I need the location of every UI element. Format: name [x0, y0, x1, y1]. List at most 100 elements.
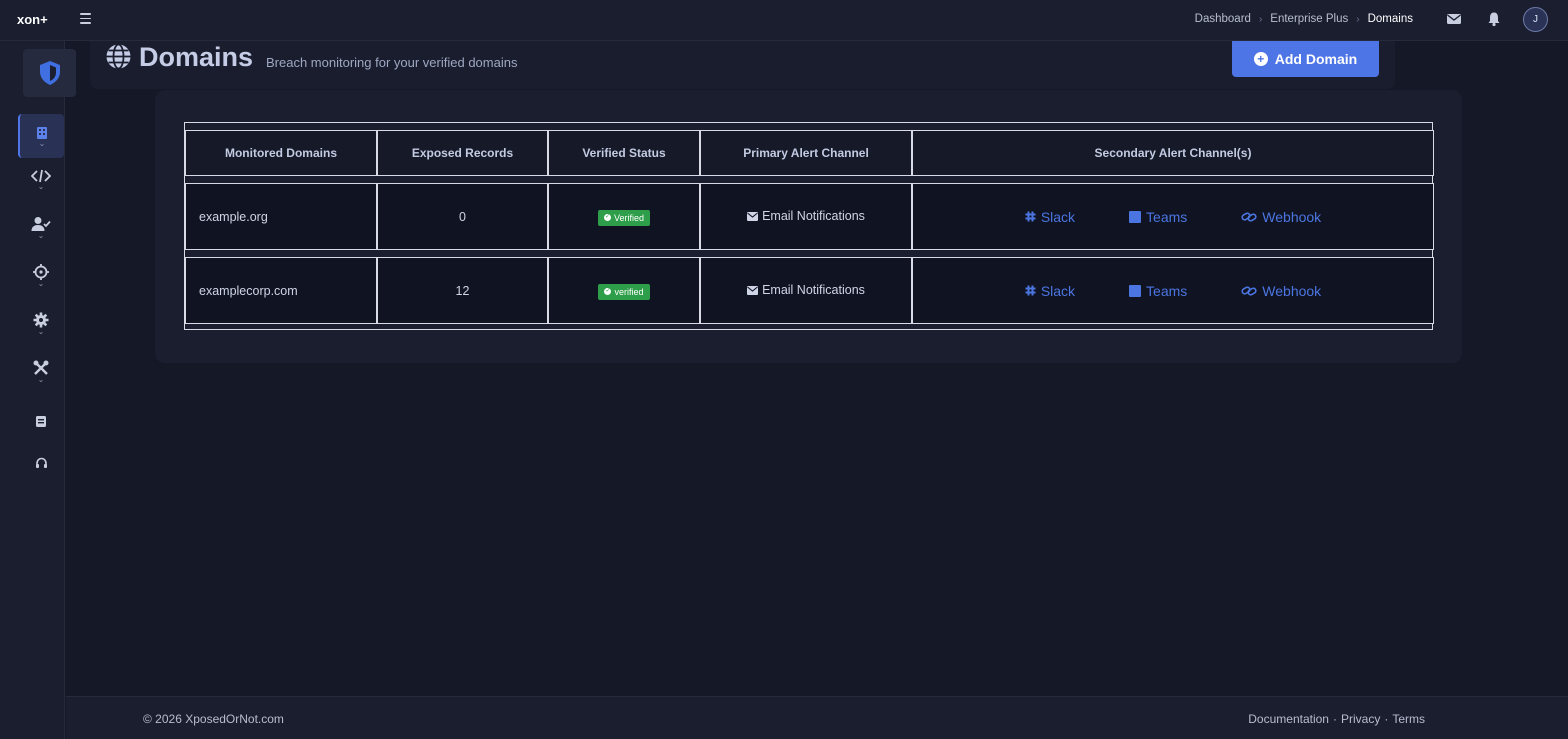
link-icon — [1241, 285, 1257, 296]
shield-logo[interactable] — [23, 49, 76, 97]
tools-icon — [33, 360, 49, 375]
footer-links: Documentation · Privacy · Terms — [1248, 712, 1425, 726]
book-icon — [36, 415, 46, 427]
column-header-exposed[interactable]: Exposed Records — [377, 130, 548, 176]
slack-channel-link[interactable]: Slack — [1025, 209, 1075, 225]
status-cell: ✓ Verified — [548, 183, 700, 250]
chevron-down-icon: ⌄ — [37, 326, 45, 336]
sidebar-item-users[interactable]: ⌄ — [18, 205, 64, 249]
column-header-primary[interactable]: Primary Alert Channel — [700, 130, 912, 176]
sidebar-item-monitoring[interactable]: ⌄ — [18, 253, 64, 297]
sidebar-item-docs[interactable] — [18, 399, 64, 443]
slack-label: Slack — [1040, 208, 1076, 225]
footer-link-documentation[interactable]: Documentation — [1248, 712, 1329, 726]
domain-cell: example.org — [185, 183, 377, 250]
top-bar: xon+ Dashboard › Enterprise Plus › Domai… — [0, 0, 1568, 41]
webhook-channel-link[interactable]: Webhook — [1241, 209, 1321, 225]
slack-icon — [1025, 211, 1036, 222]
exposed-records-cell: 12 — [377, 257, 548, 324]
shield-icon — [39, 61, 60, 85]
chevron-down-icon: ⌄ — [37, 278, 45, 288]
slack-channel-link[interactable]: Slack — [1025, 283, 1075, 299]
envelope-icon — [747, 285, 759, 295]
footer: © 2026 XposedOrNot.com Documentation · P… — [66, 696, 1568, 739]
teams-icon — [1129, 284, 1142, 297]
sidebar-item-domains[interactable]: ⌄ — [18, 114, 64, 158]
verified-label: verified — [614, 286, 644, 297]
domains-table: Monitored Domains Exposed Records Verifi… — [185, 123, 1434, 331]
primary-channel-label: Email Notifications — [762, 209, 865, 224]
menu-toggle-icon[interactable] — [80, 13, 91, 25]
page-subtitle: Breach monitoring for your verified doma… — [266, 55, 518, 70]
chevron-right-icon: › — [1356, 13, 1360, 25]
check-circle-icon: ✓ — [604, 288, 612, 296]
slack-label: Slack — [1040, 282, 1076, 299]
crosshair-icon — [33, 263, 49, 280]
link-icon — [1241, 211, 1257, 222]
copyright-text: © 2026 — [143, 712, 186, 726]
teams-label: Teams — [1146, 208, 1188, 225]
primary-channel-label: Email Notifications — [762, 283, 865, 298]
copyright-link[interactable]: XposedOrNot.com — [185, 712, 284, 726]
envelope-icon — [747, 211, 759, 221]
webhook-channel-link[interactable]: Webhook — [1241, 283, 1321, 299]
globe-icon — [106, 43, 131, 70]
secondary-channels-cell: Slack Teams Webhook — [912, 183, 1434, 250]
bell-icon[interactable] — [1486, 11, 1502, 27]
add-domain-label: Add Domain — [1274, 51, 1358, 67]
user-avatar[interactable]: J — [1523, 7, 1548, 32]
building-icon — [37, 126, 47, 139]
verified-badge: ✓ verified — [598, 283, 650, 300]
check-circle-icon: ✓ — [603, 214, 611, 222]
primary-channel-cell: Email Notifications — [700, 257, 912, 324]
footer-link-terms[interactable]: Terms — [1392, 712, 1425, 726]
primary-channel-cell: Email Notifications — [700, 183, 912, 250]
brand-logo[interactable]: xon+ — [17, 12, 48, 27]
plus-circle-icon: + — [1253, 52, 1268, 66]
exposed-records-cell: 0 — [377, 183, 548, 250]
domains-table-frame: Monitored Domains Exposed Records Verifi… — [184, 122, 1434, 331]
sidebar-item-support[interactable] — [18, 441, 64, 485]
code-icon — [31, 169, 51, 182]
breadcrumb: Dashboard › Enterprise Plus › Domains — [1195, 13, 1413, 25]
table-row: example.org 0 ✓ Verified Email Notificat — [185, 183, 1434, 250]
teams-icon — [1129, 210, 1142, 223]
chevron-right-icon: › — [1258, 13, 1263, 25]
webhook-label: Webhook — [1262, 208, 1322, 225]
secondary-channels-cell: Slack Teams Webhook — [912, 257, 1434, 324]
teams-channel-link[interactable]: Teams — [1129, 283, 1187, 299]
column-header-status[interactable]: Verified Status — [548, 130, 700, 176]
verified-badge: ✓ Verified — [597, 209, 651, 226]
domain-cell: examplecorp.com — [185, 257, 377, 324]
footer-separator: · — [1332, 712, 1337, 726]
chevron-down-icon: ⌄ — [38, 138, 46, 148]
gear-icon — [33, 312, 49, 327]
headset-icon — [35, 457, 47, 468]
teams-channel-link[interactable]: Teams — [1129, 209, 1187, 225]
verified-label: Verified — [613, 212, 645, 223]
column-header-domains[interactable]: Monitored Domains — [185, 130, 377, 176]
table-header-row: Monitored Domains Exposed Records Verifi… — [185, 130, 1434, 176]
copyright: © 2026 XposedOrNot.com — [143, 712, 284, 726]
slack-icon — [1025, 285, 1036, 296]
column-header-secondary[interactable]: Secondary Alert Channel(s) — [912, 130, 1434, 176]
breadcrumb-domains: Domains — [1367, 13, 1413, 25]
breadcrumb-enterprise-plus[interactable]: Enterprise Plus — [1270, 13, 1348, 25]
user-check-icon — [31, 216, 51, 231]
status-cell: ✓ verified — [548, 257, 700, 324]
teams-label: Teams — [1146, 282, 1188, 299]
footer-link-privacy[interactable]: Privacy — [1341, 712, 1380, 726]
chevron-down-icon: ⌄ — [37, 374, 45, 384]
mail-icon[interactable] — [1446, 11, 1462, 27]
sidebar-item-tools[interactable]: ⌄ — [18, 349, 64, 393]
sidebar-item-api[interactable]: ⌄ — [18, 157, 64, 201]
sidebar-item-settings[interactable]: ⌄ — [18, 301, 64, 345]
chevron-down-icon: ⌄ — [37, 230, 45, 240]
footer-separator: · — [1384, 712, 1389, 726]
chevron-down-icon: ⌄ — [37, 181, 45, 191]
page-title: Domains — [139, 42, 254, 72]
add-domain-button[interactable]: + Add Domain — [1232, 41, 1379, 77]
breadcrumb-dashboard[interactable]: Dashboard — [1195, 13, 1251, 25]
table-row: examplecorp.com 12 ✓ verified Email Noti — [185, 257, 1434, 324]
webhook-label: Webhook — [1262, 282, 1322, 299]
